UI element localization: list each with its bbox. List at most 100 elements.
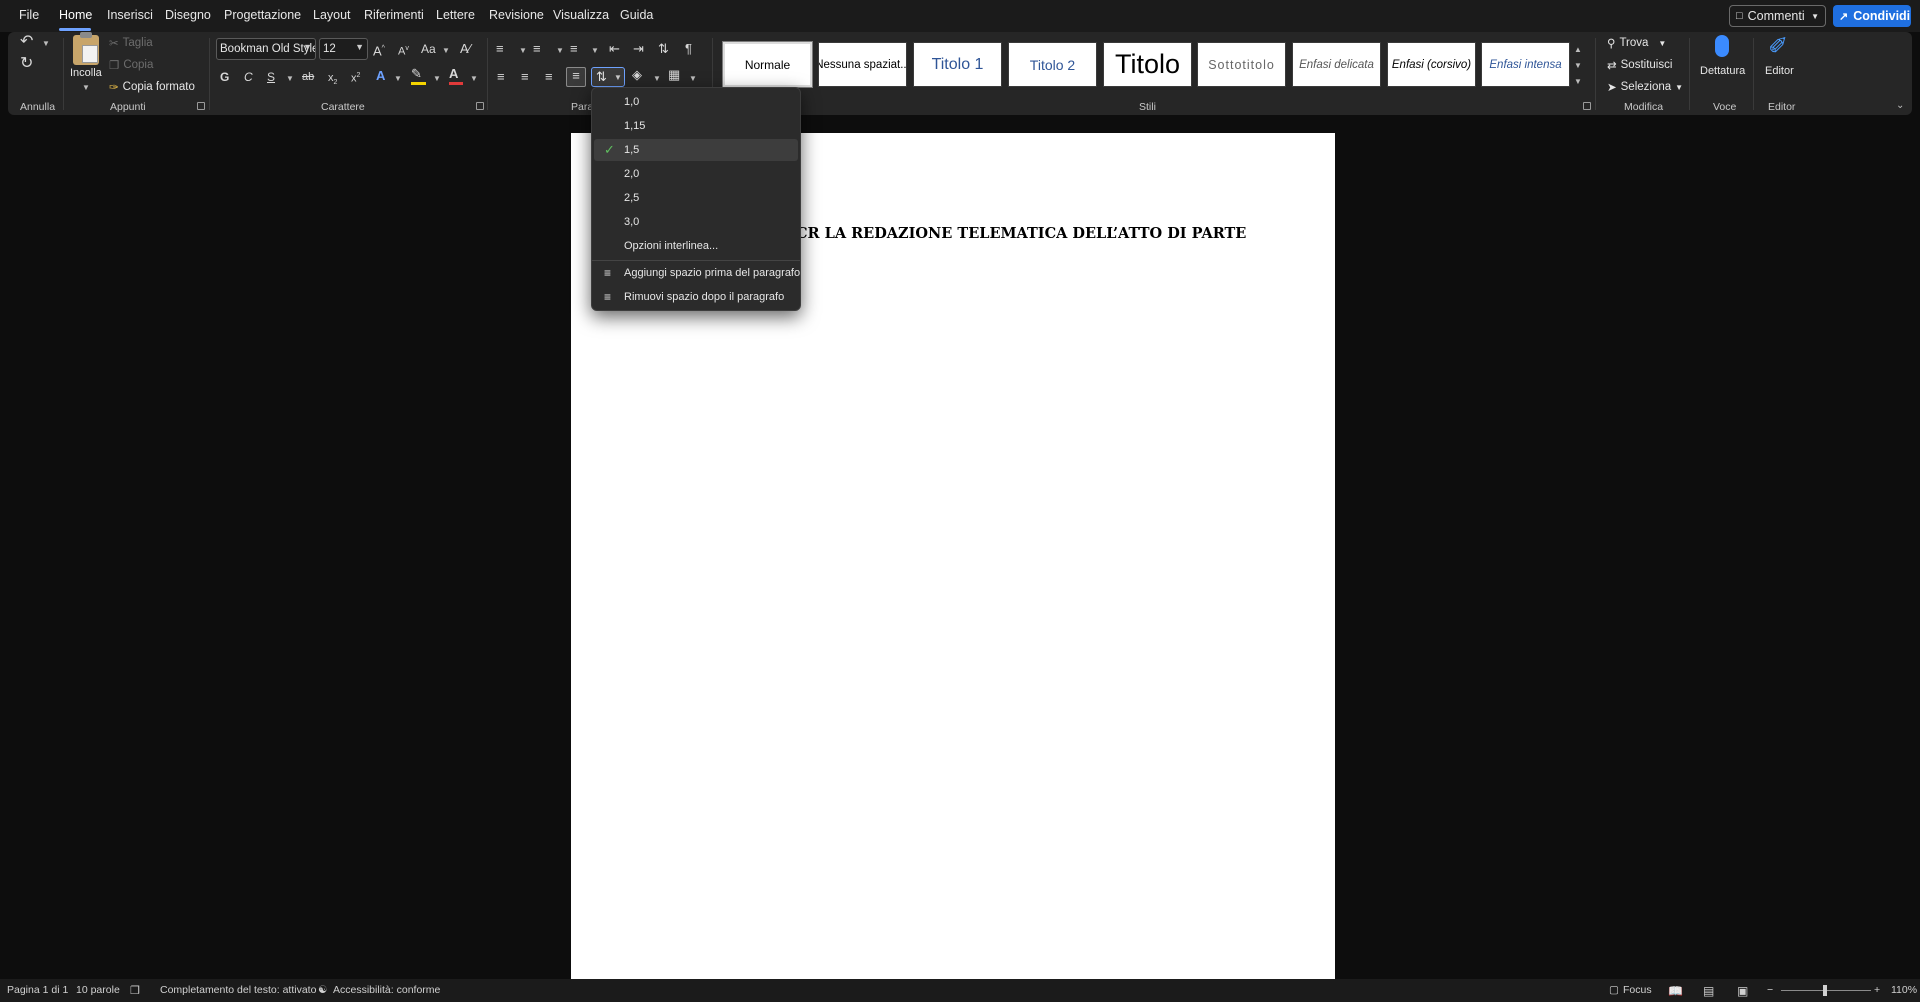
change-case-dropdown-icon[interactable]: ▼ — [442, 46, 450, 55]
sort-icon[interactable]: ⇅ — [658, 41, 669, 57]
line-spacing-option-2-0[interactable]: 2,0 — [594, 163, 798, 185]
line-spacing-option-1-15[interactable]: 1,15 — [594, 115, 798, 137]
page-count[interactable]: Pagina 1 di 1 — [7, 984, 68, 996]
underline-dropdown-icon[interactable]: ▼ — [286, 74, 294, 83]
focus-button[interactable]: Focus — [1623, 984, 1652, 996]
multilevel-list-icon[interactable]: ≡ — [570, 41, 578, 57]
paste-button[interactable]: Incolla — [70, 67, 102, 79]
tab-disegno[interactable]: Disegno — [165, 8, 211, 22]
strikethrough-icon[interactable]: ab — [302, 69, 314, 85]
tab-lettere[interactable]: Lettere — [436, 8, 475, 22]
bullets-dropdown-icon[interactable]: ▼ — [519, 46, 527, 55]
cut-button[interactable]: ✂ Taglia — [109, 36, 153, 50]
tab-revisione[interactable]: Revisione — [489, 8, 544, 22]
clear-formatting-icon[interactable]: A∕ — [460, 41, 471, 57]
line-spacing-button[interactable]: ⇅ ▼ — [591, 67, 625, 87]
subscript-icon[interactable]: x2 — [328, 70, 337, 91]
shading-dropdown-icon[interactable]: ▼ — [653, 74, 661, 83]
borders-icon[interactable]: ▦ — [668, 67, 680, 83]
multilevel-dropdown-icon[interactable]: ▼ — [591, 46, 599, 55]
font-size-select[interactable]: 12 ▼ — [319, 38, 368, 60]
word-count[interactable]: 10 parole — [76, 984, 120, 996]
italic-button[interactable]: C — [244, 69, 253, 85]
tab-home[interactable]: Home — [59, 8, 92, 22]
increase-indent-icon[interactable]: ⇥ — [633, 41, 644, 57]
document-heading[interactable]: CR LA REDAZIONE TELEMATICA DELL’ATTO DI … — [796, 225, 1246, 242]
format-painter-button[interactable]: ✑ Copia formato — [109, 80, 195, 94]
tab-guida[interactable]: Guida — [620, 8, 653, 22]
editor-pen-icon[interactable]: ✐ — [1768, 33, 1788, 61]
select-button[interactable]: ➤ Seleziona ▼ — [1607, 80, 1683, 94]
add-space-before-item[interactable]: ≡ Aggiungi spazio prima del paragrafo — [594, 262, 800, 284]
copy-button[interactable]: ❐ Copia — [109, 58, 153, 72]
read-mode-icon[interactable]: 📖 — [1668, 984, 1683, 998]
paste-dropdown-icon[interactable]: ▼ — [82, 83, 90, 92]
borders-dropdown-icon[interactable]: ▼ — [689, 74, 697, 83]
highlight-dropdown-icon[interactable]: ▼ — [433, 74, 441, 83]
line-spacing-option-2-5[interactable]: 2,5 — [594, 187, 798, 209]
focus-icon[interactable]: ▢ — [1609, 984, 1619, 996]
numbering-dropdown-icon[interactable]: ▼ — [556, 46, 564, 55]
style-sottotitolo[interactable]: Sottotitolo — [1197, 42, 1286, 87]
clipboard-dialog-launcher-icon[interactable] — [197, 102, 205, 110]
tab-layout[interactable]: Layout — [313, 8, 351, 22]
justify-icon[interactable]: ≡ — [566, 67, 586, 87]
style-enfasi-corsivo[interactable]: Enfasi (corsivo) — [1387, 42, 1476, 87]
replace-button[interactable]: ⇄ Sostituisci — [1607, 58, 1672, 72]
decrease-indent-icon[interactable]: ⇤ — [609, 41, 620, 57]
tab-file[interactable]: File — [19, 8, 39, 22]
share-button[interactable]: ↗ Condividi — [1833, 5, 1911, 27]
numbering-icon[interactable]: ≡ — [533, 41, 541, 57]
underline-button[interactable]: S — [267, 69, 275, 85]
font-dialog-launcher-icon[interactable] — [476, 102, 484, 110]
tab-visualizza[interactable]: Visualizza — [553, 8, 609, 22]
style-nessuna-spaziatura[interactable]: Nessuna spaziat... — [818, 42, 907, 87]
text-effects-dropdown-icon[interactable]: ▼ — [394, 74, 402, 83]
redo-icon[interactable]: ↻ — [20, 56, 33, 72]
editor-button[interactable]: Editor — [1765, 65, 1794, 77]
text-prediction-status[interactable]: Completamento del testo: attivato — [160, 984, 316, 996]
accessibility-icon[interactable]: ☯ — [318, 984, 327, 996]
font-color-dropdown-icon[interactable]: ▼ — [470, 74, 478, 83]
remove-space-after-item[interactable]: ≡ Rimuovi spazio dopo il paragrafo — [594, 286, 798, 308]
style-titolo-2[interactable]: Titolo 2 — [1008, 42, 1097, 87]
tab-progettazione[interactable]: Progettazione — [224, 8, 301, 22]
tab-inserisci[interactable]: Inserisci — [107, 8, 153, 22]
change-case-icon[interactable]: Aa — [421, 41, 436, 57]
align-right-icon[interactable]: ≡ — [545, 69, 553, 85]
find-button[interactable]: ⚲ Trova ▼ — [1607, 36, 1666, 50]
style-normale[interactable]: Normale — [722, 41, 813, 88]
zoom-slider-thumb[interactable] — [1823, 985, 1827, 996]
styles-scroll-up-icon[interactable]: ▲ — [1574, 45, 1582, 54]
tab-riferimenti[interactable]: Riferimenti — [364, 8, 424, 22]
accessibility-status[interactable]: Accessibilità: conforme — [333, 984, 440, 996]
styles-dialog-launcher-icon[interactable] — [1583, 102, 1591, 110]
pilcrow-icon[interactable]: ¶ — [685, 41, 692, 57]
print-layout-icon[interactable]: ▤ — [1703, 984, 1714, 998]
zoom-out-icon[interactable]: − — [1767, 984, 1773, 996]
comments-button[interactable]: □ Commenti ▼ — [1729, 5, 1826, 27]
grow-font-icon[interactable]: A^ — [373, 41, 385, 59]
text-effects-icon[interactable]: A — [376, 68, 385, 84]
align-center-icon[interactable]: ≡ — [521, 69, 529, 85]
ribbon-collapse-icon[interactable]: ⌄ — [1896, 100, 1904, 111]
line-spacing-option-1-0[interactable]: 1,0 — [594, 91, 798, 113]
style-titolo[interactable]: Titolo — [1103, 42, 1192, 87]
superscript-icon[interactable]: x2 — [351, 68, 360, 87]
highlighter-icon[interactable]: ✎ — [411, 66, 422, 82]
font-color-icon[interactable]: A — [449, 66, 458, 82]
style-enfasi-intensa[interactable]: Enfasi intensa — [1481, 42, 1570, 87]
web-layout-icon[interactable]: ▣ — [1737, 984, 1748, 998]
microphone-icon[interactable] — [1715, 35, 1729, 57]
bullets-icon[interactable]: ≡ — [496, 41, 504, 57]
undo-dropdown-icon[interactable]: ▼ — [42, 39, 50, 48]
shrink-font-icon[interactable]: Av — [398, 41, 409, 60]
proofing-book-icon[interactable]: ❐ — [130, 984, 140, 997]
shading-icon[interactable]: ◈ — [632, 67, 642, 83]
zoom-in-icon[interactable]: + — [1874, 984, 1880, 996]
clipboard-icon[interactable] — [73, 32, 99, 65]
line-spacing-options-link[interactable]: Opzioni interlinea... — [594, 235, 798, 257]
align-left-icon[interactable]: ≡ — [497, 69, 505, 85]
font-name-select[interactable]: Bookman Old Style ▼ — [216, 38, 316, 60]
styles-more-icon[interactable]: ▼ — [1574, 77, 1582, 86]
